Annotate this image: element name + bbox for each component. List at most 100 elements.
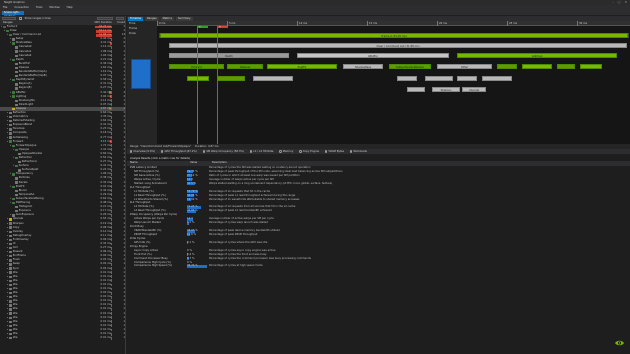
timeline-ruler[interactable]: 0 ms 5 ms 10 ms 15 ms 20 ms 25 ms 30 ms	[157, 21, 630, 26]
marker-b-line[interactable]: Marker B	[217, 21, 228, 144]
frame-bar[interactable]: Frame 0 (33.25 ms)	[160, 33, 628, 38]
range-icon	[15, 70, 18, 74]
small-bar-i[interactable]	[425, 76, 453, 81]
tree-row-count: 1	[123, 266, 125, 270]
ruler-tick: 10 ms	[297, 21, 308, 26]
lighting-bar[interactable]: Lighting	[457, 53, 617, 58]
tab-summary[interactable]: Summary	[176, 16, 193, 21]
tree-row-count: 1	[123, 164, 125, 168]
tree-row-duration: 0.01 ms	[100, 307, 111, 311]
document-tab[interactable]: Scene.ngfx-gputrace	[2, 11, 24, 18]
metrics-col-description[interactable]: Description	[209, 161, 630, 166]
sss-bar[interactable]: SubsurfaceScattering	[389, 64, 431, 69]
small-bar-e[interactable]	[187, 76, 209, 81]
tree-row-duration: 0.06 ms	[100, 250, 111, 254]
shadow-bar[interactable]: ShadowPass	[343, 64, 383, 69]
post-bar[interactable]: PostFX	[267, 64, 337, 69]
tree-row-duration: 0.17 ms	[100, 209, 111, 213]
small-bar-c[interactable]	[557, 64, 575, 69]
upscale-bar[interactable]: Upscale	[462, 87, 486, 92]
tree-row-count: 1	[123, 160, 125, 164]
tree-row-duration: 0.02 ms	[100, 262, 111, 266]
subtab-gpu-throughput[interactable]: GPU Throughput (67.2%)	[161, 150, 197, 153]
range-icon	[9, 291, 12, 295]
range-icon	[9, 328, 12, 332]
tree-row-duration: 0.18 ms	[100, 131, 111, 135]
small-bar-h[interactable]	[397, 76, 417, 81]
marker-a-line[interactable]: Marker A	[197, 21, 208, 144]
queue-block[interactable]	[131, 59, 151, 89]
track-label-frame: Frame	[129, 27, 138, 30]
depth-bar[interactable]: Depth	[169, 53, 289, 58]
tree-row-count: 1	[123, 336, 125, 340]
clear-bar[interactable]: Clear / Command List (31.88 ms)	[169, 43, 627, 48]
metric-value: 41.5 %	[187, 181, 197, 185]
range-icon	[15, 103, 18, 107]
tab-metrics[interactable]: Metrics	[160, 16, 175, 21]
small-bar-k[interactable]	[482, 76, 512, 81]
tree-row-count: 1	[123, 299, 125, 303]
tree-row-count: 1	[123, 119, 125, 123]
subtab-l1-l2[interactable]: L1 / L2 Hit Rate	[249, 150, 273, 153]
tree-row-duration: 3.15 ms	[100, 139, 111, 143]
subtab-memory[interactable]: Memory	[279, 150, 293, 153]
small-bar-b[interactable]	[522, 64, 552, 69]
range-icon	[9, 218, 12, 221]
subtab-warp-occupancy[interactable]: SM Warp Occupancy (58.3%)	[202, 150, 244, 153]
tree-body: ▾ Frame 0 33.25 ms 1 ▾ Draw 32.11 ms 1 ▾ Clear / …	[0, 25, 125, 340]
tree-options-button[interactable]	[116, 16, 124, 21]
small-bar-a[interactable]	[497, 64, 517, 69]
tab-timeline[interactable]: Timeline	[128, 16, 144, 21]
small-bar-g[interactable]	[253, 76, 293, 81]
range-icon	[9, 316, 12, 319]
close-button[interactable]: ✕	[624, 0, 627, 4]
timeline-canvas[interactable]: Frame 0 (33.25 ms) Clear / Command List …	[157, 21, 630, 144]
opaque-bar[interactable]: Opaque	[227, 64, 263, 69]
minimize-button[interactable]: –	[612, 0, 614, 4]
subtab-overview[interactable]: Overview (0.0%)	[130, 150, 155, 153]
small-bar-f[interactable]	[217, 76, 245, 81]
tree-row-count: 1	[123, 61, 125, 65]
gbuffer-bar[interactable]: GBuffer	[297, 53, 449, 58]
menu-help[interactable]: Help	[67, 6, 73, 9]
range-icon	[9, 115, 12, 119]
metric-value: 8.2 %	[187, 221, 195, 225]
track-label-draw: Draw	[129, 32, 136, 35]
small-bar-j[interactable]	[457, 76, 477, 81]
menu-connection[interactable]: Connection	[14, 6, 29, 9]
subtab-vram[interactable]: VRAM Bytes	[325, 150, 344, 153]
tree-row-duration: 0.21 ms	[100, 205, 111, 209]
metrics-col-name[interactable]: Name	[127, 161, 187, 166]
metrics-col-value[interactable]: Value	[187, 161, 209, 166]
tab-ranges[interactable]: Ranges	[145, 16, 159, 21]
metric-row[interactable]: Comparisons High Speed (%) 98.26 % Percent…	[127, 264, 630, 268]
tree-row-duration: 1.08 ms	[100, 49, 111, 53]
checkbox-icon[interactable]	[19, 17, 22, 20]
sharpen-bar[interactable]: Sharpen	[432, 87, 460, 92]
tree-row-duration: 0.97 ms	[100, 74, 111, 78]
small-bar-l[interactable]	[407, 87, 425, 92]
tree-row-duration: 0.77 ms	[100, 135, 111, 139]
other-bar[interactable]: Other	[437, 64, 492, 69]
tree-row-count: 1	[123, 295, 125, 299]
menu-tools[interactable]: Tools	[36, 6, 42, 9]
range-filter-dropdown[interactable]	[2, 16, 16, 21]
tree-row-count: 1	[123, 168, 125, 172]
tree-row-duration: 0.27 ms	[100, 160, 111, 164]
tree-row-count: 1	[123, 237, 125, 241]
tree-row[interactable]: ▸ Idle 0.01 ms 1	[0, 336, 125, 340]
tree-row-count: 1	[123, 241, 125, 245]
small-bar-d[interactable]	[580, 64, 602, 69]
menu-file[interactable]: File	[3, 6, 7, 9]
subtab-copy-engine[interactable]: Copy Engine	[299, 150, 319, 153]
maximize-button[interactable]: □	[618, 0, 621, 4]
range-icon	[9, 308, 12, 311]
range-icon	[9, 271, 12, 274]
app-title: Nsight Graphics	[4, 1, 25, 4]
tree-search-input[interactable]	[97, 16, 113, 21]
range-icon	[12, 173, 15, 176]
tree-row-duration: 0.01 ms	[100, 270, 111, 274]
subtab-workloads[interactable]: Workloads	[350, 150, 367, 153]
menu-window[interactable]: Window	[49, 6, 59, 9]
range-icon	[9, 124, 12, 127]
